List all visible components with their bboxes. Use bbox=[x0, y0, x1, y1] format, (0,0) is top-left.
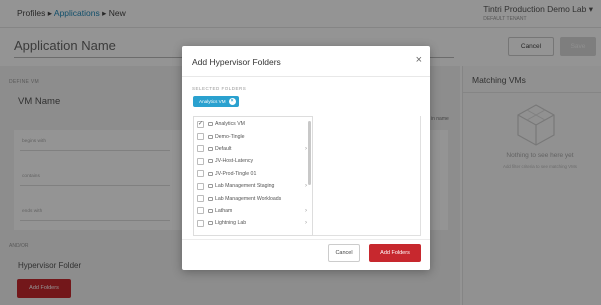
close-icon[interactable]: × bbox=[416, 53, 422, 67]
folder-label: Demo-Tingle bbox=[215, 133, 245, 140]
dialog-add-folders-button[interactable]: Add Folders bbox=[369, 244, 421, 262]
folder-label: Default bbox=[215, 145, 232, 152]
chevron-right-icon[interactable]: › bbox=[305, 220, 307, 226]
folder-row[interactable]: Demo-Tingle bbox=[197, 130, 309, 142]
folder-row[interactable]: Lightning Lab › bbox=[197, 217, 309, 229]
chevron-right-icon[interactable]: › bbox=[305, 183, 307, 189]
selected-folder-chip: Analytics VM × bbox=[193, 96, 239, 107]
folder-checkbox[interactable] bbox=[197, 219, 204, 227]
dialog-title: Add Hypervisor Folders bbox=[192, 57, 281, 67]
folder-label: Latham bbox=[215, 207, 233, 214]
folder-label: Lab Management Workloads bbox=[215, 195, 282, 202]
folder-icon bbox=[208, 196, 213, 201]
add-hypervisor-folders-dialog: Add Hypervisor Folders × SELECTED FOLDER… bbox=[182, 46, 430, 270]
folder-row[interactable]: ✓ Analytics VM bbox=[197, 118, 309, 130]
folder-row[interactable]: JV-Prod-Tingle 01 bbox=[197, 168, 309, 180]
chevron-right-icon[interactable]: › bbox=[305, 208, 307, 214]
folder-label: JV-Prod-Tingle 01 bbox=[215, 170, 257, 177]
folder-checkbox[interactable] bbox=[197, 157, 204, 165]
chevron-right-icon[interactable]: › bbox=[305, 146, 307, 152]
folder-label: Analytics VM bbox=[215, 121, 245, 128]
folder-detail-pane bbox=[313, 116, 421, 236]
folder-row[interactable]: Lab Management Staging › bbox=[197, 180, 309, 192]
folder-checkbox[interactable] bbox=[197, 145, 204, 153]
folder-tree: ✓ Analytics VM Demo-Tingle Default › JV-Host-… bbox=[193, 116, 313, 236]
folder-icon bbox=[208, 184, 213, 189]
folder-checkbox[interactable]: ✓ bbox=[197, 120, 204, 128]
folder-checkbox[interactable] bbox=[197, 182, 204, 190]
folder-row[interactable]: Lab Management Workloads bbox=[197, 192, 309, 204]
folder-label: Lightning Lab bbox=[215, 220, 247, 227]
folder-label: JV-Host-Latency bbox=[215, 158, 254, 165]
divider bbox=[182, 239, 430, 240]
divider bbox=[182, 76, 430, 77]
folder-icon bbox=[208, 146, 213, 151]
folder-icon bbox=[208, 134, 213, 139]
folder-icon bbox=[208, 221, 213, 226]
remove-chip-icon[interactable]: × bbox=[228, 98, 236, 105]
folder-row[interactable]: JV-Host-Latency bbox=[197, 155, 309, 167]
selected-folders-label: SELECTED FOLDERS bbox=[192, 86, 247, 91]
folder-icon bbox=[208, 171, 213, 176]
folder-checkbox[interactable] bbox=[197, 133, 204, 141]
folder-checkbox[interactable] bbox=[197, 170, 204, 178]
chip-label: Analytics VM bbox=[199, 99, 226, 104]
folder-icon bbox=[208, 122, 213, 127]
folder-icon bbox=[208, 159, 213, 164]
folder-label: Lab Management Staging bbox=[215, 183, 275, 190]
dialog-cancel-button[interactable]: Cancel bbox=[328, 244, 360, 262]
folder-checkbox[interactable] bbox=[197, 195, 204, 203]
folder-row[interactable]: Default › bbox=[197, 143, 309, 155]
folder-checkbox[interactable] bbox=[197, 207, 204, 215]
folder-row[interactable]: Latham › bbox=[197, 205, 309, 217]
folder-icon bbox=[208, 208, 213, 213]
